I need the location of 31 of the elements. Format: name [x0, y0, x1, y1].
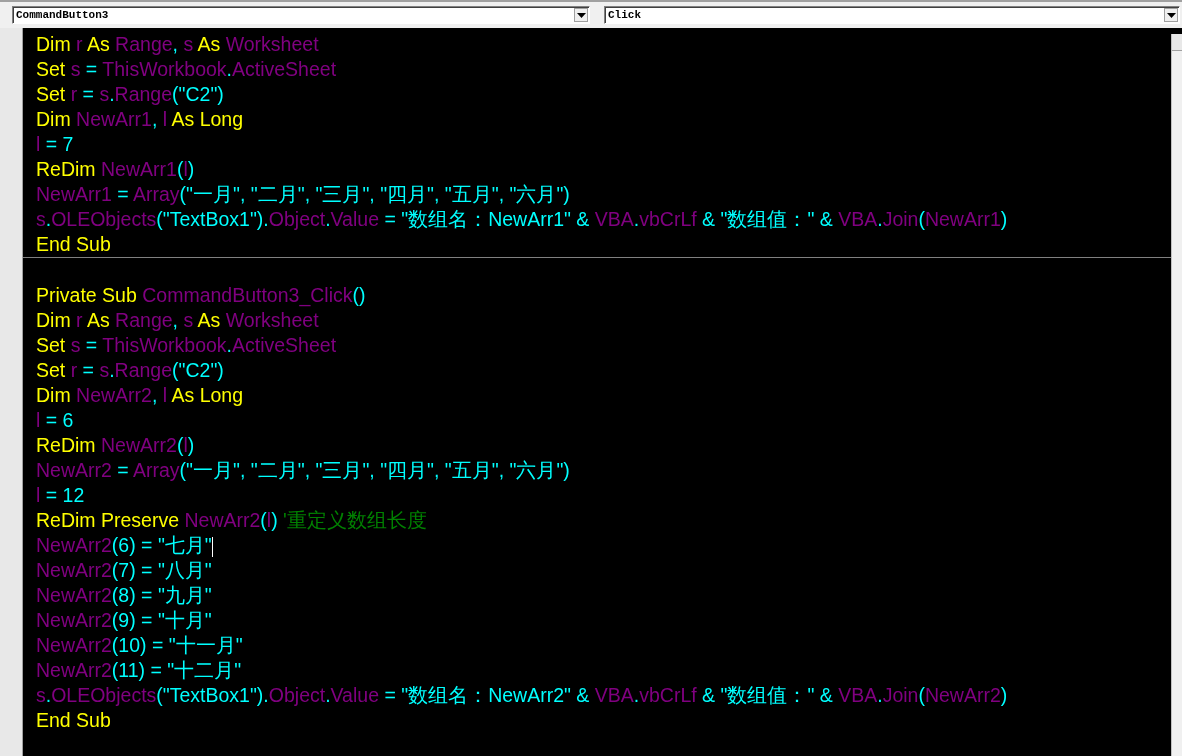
- code-line: NewArr2(11) = "十二月": [36, 659, 242, 681]
- code-line: NewArr1 = Array("一月", "二月", "三月", "四月", "五月", "六月"): [36, 183, 570, 205]
- code-line: Private Sub CommandButton3_Click(): [36, 284, 366, 306]
- code-line: s.OLEObjects("TextBox1").Object.Value = "数组名：NewArr1" & VBA.vbCrLf & "数组值：" & VBA.Join(NewArr1): [36, 208, 1008, 230]
- code-line: Dim r As Range, s As Worksheet: [36, 309, 319, 331]
- code-line: NewArr2(10) = "十一月": [36, 634, 243, 656]
- code-line: Dim NewArr2, l As Long: [36, 384, 243, 406]
- code-line: ReDim NewArr2(l): [36, 434, 195, 456]
- scroll-up-button[interactable]: [1172, 34, 1182, 51]
- code-line: Dim NewArr1, l As Long: [36, 108, 243, 130]
- code-line: End Sub: [36, 233, 111, 255]
- object-dropdown[interactable]: CommandButton3: [12, 6, 590, 24]
- vertical-scrollbar[interactable]: [1171, 34, 1182, 756]
- procedure-dropdown[interactable]: Click: [604, 6, 1180, 24]
- code-line: l = 12: [36, 484, 85, 506]
- code-line: ReDim Preserve NewArr2(l) '重定义数组长度: [36, 509, 427, 531]
- code-line: NewArr2(8) = "九月": [36, 584, 212, 606]
- code-line: End Sub: [36, 709, 111, 731]
- code-line: NewArr2(7) = "八月": [36, 559, 212, 581]
- code-line: Set r = s.Range("C2"): [36, 83, 224, 105]
- code-line: ReDim NewArr1(l): [36, 158, 195, 180]
- code-line: NewArr2(9) = "十月": [36, 609, 212, 631]
- code-line: Set s = ThisWorkbook.ActiveSheet: [36, 58, 337, 80]
- code-line: l = 6: [36, 409, 74, 431]
- code-line: Dim r As Range, s As Worksheet: [36, 33, 319, 55]
- code-line: Set r = s.Range("C2"): [36, 359, 224, 381]
- code-line: NewArr2 = Array("一月", "二月", "三月", "四月", "五月", "六月"): [36, 459, 570, 481]
- code-line: NewArr2(6) = "七月": [36, 534, 213, 557]
- code-line: s.OLEObjects("TextBox1").Object.Value = "数组名：NewArr2" & VBA.vbCrLf & "数组值：" & VBA.Join(NewArr2): [36, 684, 1008, 706]
- code-line: Set s = ThisWorkbook.ActiveSheet: [36, 334, 337, 356]
- code-line: l = 7: [36, 133, 74, 155]
